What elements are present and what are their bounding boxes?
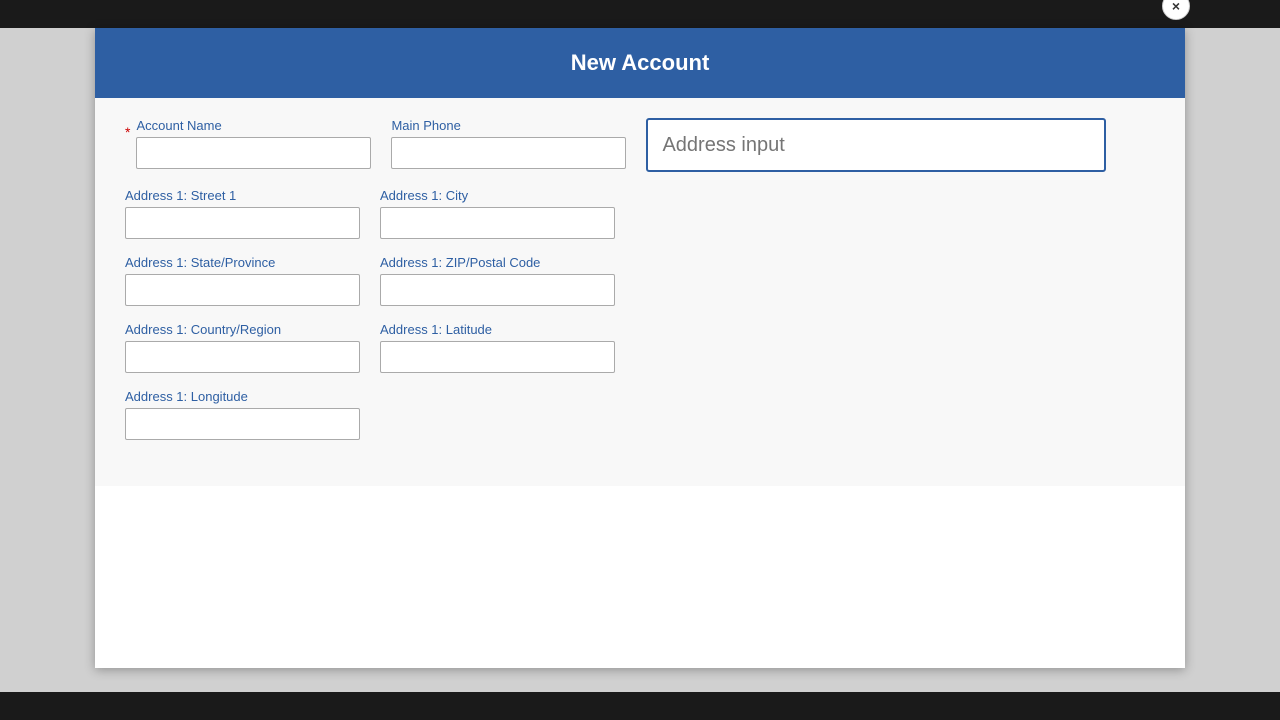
- modal-body: * Account Name Main Phone: [95, 98, 1185, 486]
- account-name-group: * Account Name: [125, 118, 371, 169]
- bottom-bar: [0, 692, 1280, 720]
- country-input[interactable]: [125, 341, 360, 373]
- city-field-group: Address 1: City: [380, 188, 615, 239]
- longitude-label: Address 1: Longitude: [125, 389, 360, 404]
- main-phone-field-group: Main Phone: [391, 118, 626, 169]
- address-input[interactable]: [646, 118, 1106, 172]
- modal-header: New Account: [95, 28, 1185, 98]
- country-field-group: Address 1: Country/Region: [125, 322, 360, 373]
- account-name-input[interactable]: [136, 137, 371, 169]
- state-field-group: Address 1: State/Province: [125, 255, 360, 306]
- top-bar: [0, 0, 1280, 28]
- modal-wrapper: × New Account * Account Name Main Phone: [0, 28, 1280, 692]
- account-name-field-group: Account Name: [136, 118, 371, 169]
- state-label: Address 1: State/Province: [125, 255, 360, 270]
- account-name-label: Account Name: [136, 118, 371, 133]
- main-phone-input[interactable]: [391, 137, 626, 169]
- main-phone-label: Main Phone: [391, 118, 626, 133]
- zip-input[interactable]: [380, 274, 615, 306]
- address-street-city-row: Address 1: Street 1 Address 1: City: [125, 188, 1155, 239]
- address-state-zip-row: Address 1: State/Province Address 1: ZIP…: [125, 255, 1155, 306]
- street1-label: Address 1: Street 1: [125, 188, 360, 203]
- modal-title: New Account: [571, 50, 710, 75]
- country-label: Address 1: Country/Region: [125, 322, 360, 337]
- street1-input[interactable]: [125, 207, 360, 239]
- city-label: Address 1: City: [380, 188, 615, 203]
- modal: × New Account * Account Name Main Phone: [95, 28, 1185, 668]
- latitude-label: Address 1: Latitude: [380, 322, 615, 337]
- longitude-field-group: Address 1: Longitude: [125, 389, 360, 440]
- zip-field-group: Address 1: ZIP/Postal Code: [380, 255, 615, 306]
- address-country-lat-row: Address 1: Country/Region Address 1: Lat…: [125, 322, 1155, 373]
- required-indicator: *: [125, 122, 130, 140]
- top-form-row: * Account Name Main Phone: [125, 118, 1155, 172]
- city-input[interactable]: [380, 207, 615, 239]
- latitude-input[interactable]: [380, 341, 615, 373]
- zip-label: Address 1: ZIP/Postal Code: [380, 255, 615, 270]
- address-longitude-row: Address 1: Longitude: [125, 389, 1155, 440]
- state-input[interactable]: [125, 274, 360, 306]
- street1-field-group: Address 1: Street 1: [125, 188, 360, 239]
- latitude-field-group: Address 1: Latitude: [380, 322, 615, 373]
- longitude-input[interactable]: [125, 408, 360, 440]
- address-input-wrapper: [646, 118, 1106, 172]
